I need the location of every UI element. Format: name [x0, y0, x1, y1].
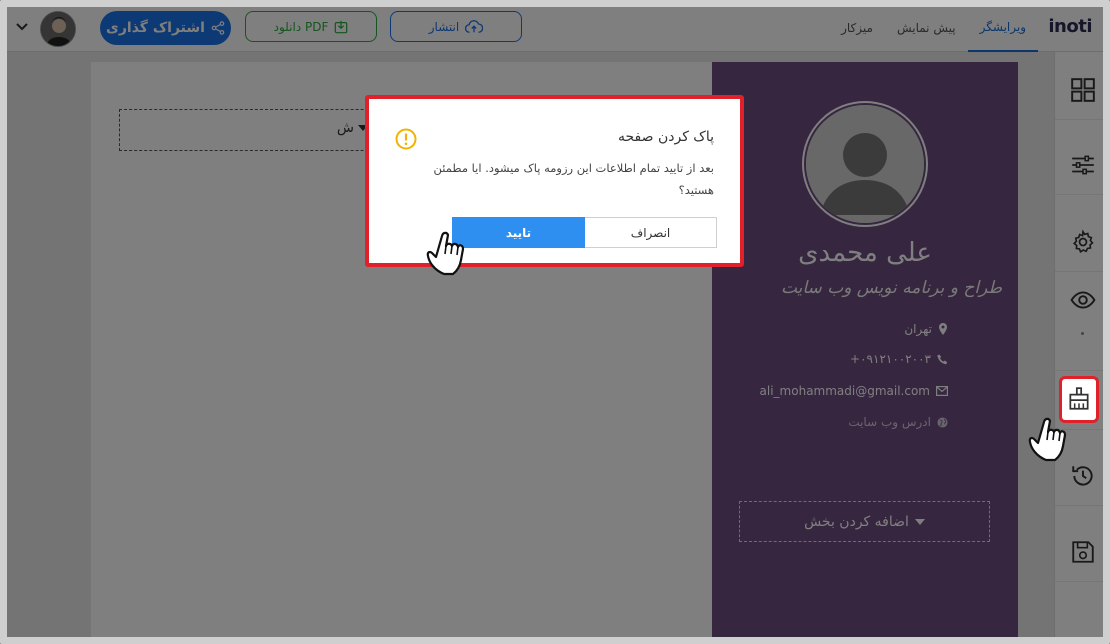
cancel-button[interactable]: انصراف	[584, 217, 717, 248]
pointer-hand-icon	[426, 231, 465, 276]
warning-icon	[395, 128, 417, 150]
clear-page-dialog: پاک کردن صفحه بعد از تایید تمام اطلاعات …	[365, 95, 744, 267]
dialog-title: پاک کردن صفحه	[617, 129, 714, 145]
dialog-message: بعد از تایید تمام اطلاعات این رزومه پاک …	[433, 161, 714, 197]
pointer-hand-icon	[1028, 417, 1067, 462]
brush-icon	[1069, 387, 1089, 410]
